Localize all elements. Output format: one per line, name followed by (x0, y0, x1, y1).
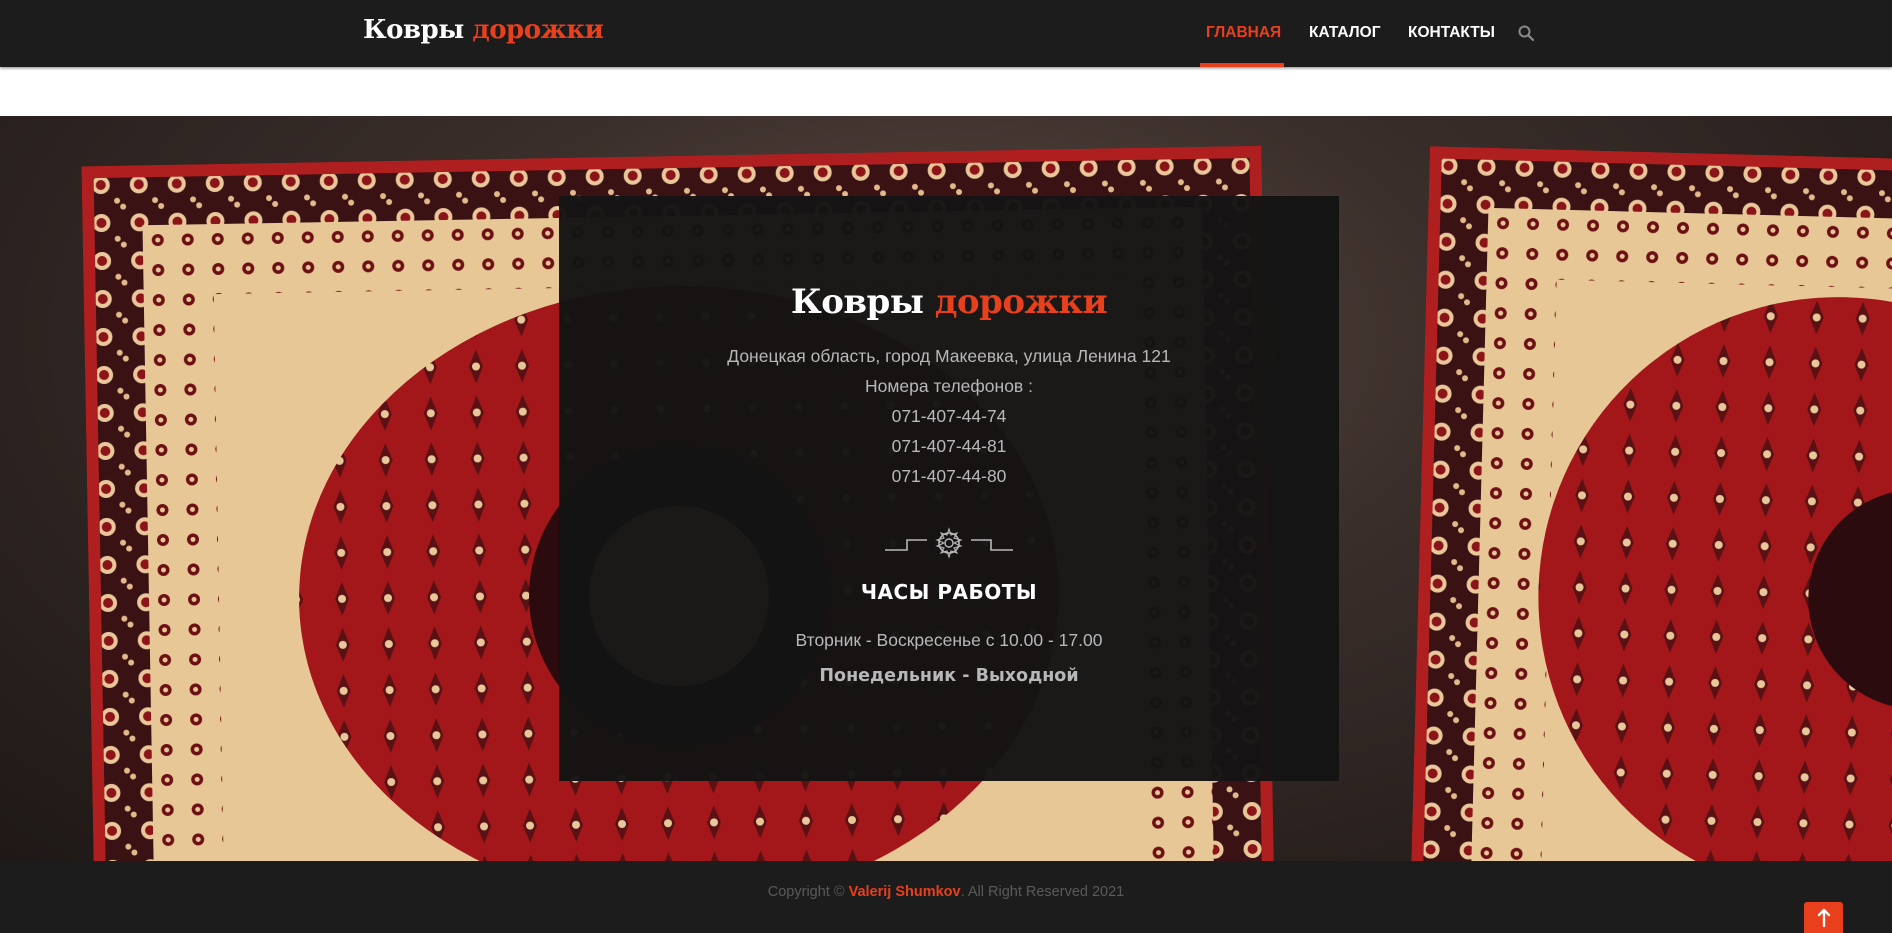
author-link[interactable]: Valerij Shumkov (849, 884, 961, 900)
search-icon[interactable] (1517, 24, 1535, 42)
logo-word-2: дорожки (472, 15, 604, 45)
panel-logo-word-1: Ковры (790, 282, 924, 322)
panel-logo-word-2: дорожки (934, 282, 1108, 322)
copyright-prefix: Copyright © (767, 884, 849, 900)
hero-section: Ковры дорожки Донецкая область, город Ма… (0, 116, 1892, 861)
copyright-suffix: . All Right Reserved 2021 (960, 884, 1125, 900)
header-spacer (0, 67, 1892, 116)
hours-text: Вторник - Воскресенье с 10.00 - 17.00 (795, 630, 1103, 650)
site-logo[interactable]: Ковры дорожки (363, 12, 604, 48)
arrow-up-icon (1817, 908, 1830, 927)
panel-logo: Ковры дорожки (559, 282, 1339, 322)
nav-item-catalog[interactable]: КАТАЛОГ (1309, 22, 1380, 44)
carpet-image-right (1410, 146, 1892, 861)
copyright-text: Copyright © Valerij Shumkov. All Right R… (0, 884, 1892, 900)
phone-number: 071-407-44-81 (891, 436, 1007, 456)
phone-number: 071-407-44-74 (891, 406, 1007, 426)
day-off-text: Понедельник - Выходной (819, 666, 1079, 686)
ornament-divider-icon (885, 527, 1013, 559)
nav-item-contacts[interactable]: КОНТАКТЫ (1408, 22, 1495, 44)
phone-number: 071-407-44-80 (891, 466, 1007, 486)
address-text: Донецкая область, город Макеевка, улица … (727, 346, 1171, 366)
back-to-top-button[interactable] (1804, 902, 1843, 933)
logo-word-1: Ковры (363, 15, 464, 45)
nav-active-indicator (1200, 63, 1284, 67)
nav-item-home[interactable]: ГЛАВНАЯ (1206, 22, 1281, 44)
site-footer: Copyright © Valerij Shumkov. All Right R… (0, 861, 1892, 933)
site-header: Ковры дорожки ГЛАВНАЯ КАТАЛОГ КОНТАКТЫ (0, 0, 1892, 67)
contact-info-panel: Ковры дорожки Донецкая область, город Ма… (559, 196, 1339, 781)
phones-label: Номера телефонов : (865, 376, 1033, 396)
hours-title: ЧАСЫ РАБОТЫ (860, 580, 1038, 604)
